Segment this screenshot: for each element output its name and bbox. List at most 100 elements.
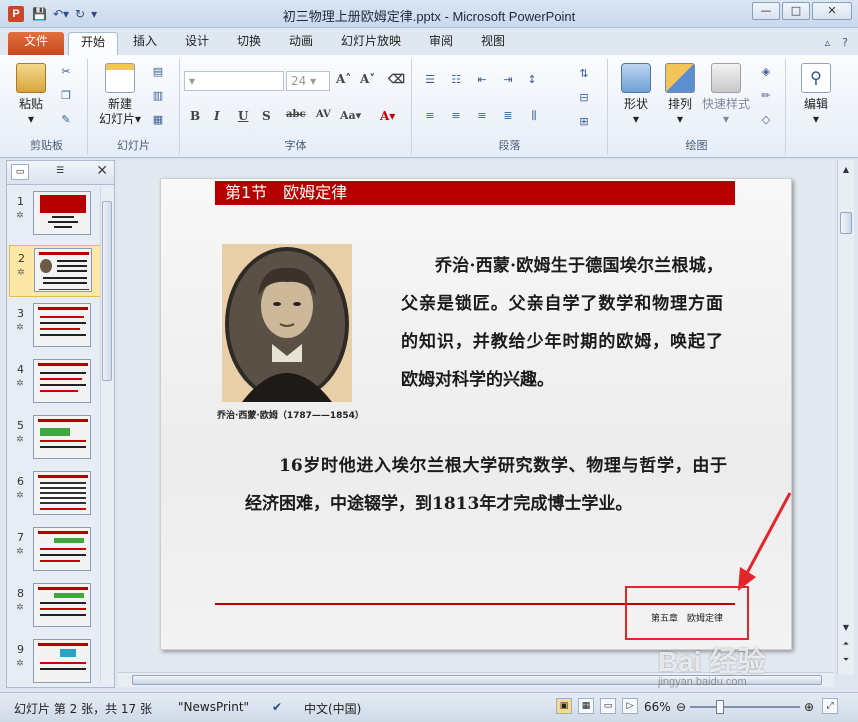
zoom-slider-knob[interactable] [716, 700, 724, 714]
spell-check-icon[interactable]: ✔ [272, 700, 282, 714]
reset-icon[interactable]: ▥ [150, 89, 166, 103]
char-spacing-icon[interactable]: AV [316, 109, 331, 120]
normal-view-icon[interactable]: ▣ [556, 698, 572, 714]
fit-to-window-icon[interactable]: ⤢ [822, 698, 838, 714]
slide-thumbnail[interactable] [34, 248, 92, 292]
thumbnail-row[interactable]: 3 ✲ [9, 301, 101, 353]
italic-button[interactable]: I [214, 109, 220, 123]
quick-styles-button[interactable]: 快速样式 ▾ [700, 63, 752, 127]
slide-thumbnail[interactable] [33, 415, 91, 459]
slide-thumbnail[interactable] [33, 191, 91, 235]
align-text-icon[interactable]: ⊟ [576, 91, 592, 105]
thumbnail-row-selected[interactable]: 2 ✲ [9, 245, 101, 297]
section-icon[interactable]: ▦ [150, 113, 166, 127]
tab-transitions[interactable]: 切换 [237, 32, 261, 55]
underline-button[interactable]: U [238, 109, 248, 123]
justify-icon[interactable]: ≣ [500, 109, 516, 123]
thumbnail-scrollbar[interactable] [100, 187, 112, 683]
columns-icon[interactable]: ⫼ [526, 109, 542, 123]
maximize-button[interactable]: □ [782, 2, 810, 20]
copy-icon[interactable]: ❐ [58, 89, 74, 103]
shape-fill-icon[interactable]: ◈ [758, 65, 774, 79]
paragraph-education[interactable]: 16岁时他进入埃尔兰根大学研究数学、物理与哲学，由于经济困难，中途辍学，到181… [245, 447, 727, 523]
theme-name-label[interactable]: "NewsPrint" [178, 700, 249, 714]
new-slide-button[interactable]: 新建 幻灯片▾ [94, 63, 146, 127]
align-left-icon[interactable]: ≡ [422, 109, 438, 123]
font-name-combo[interactable]: ▾ [184, 71, 284, 91]
tab-insert[interactable]: 插入 [133, 32, 157, 55]
font-size-combo[interactable]: 24 ▾ [286, 71, 330, 91]
align-center-icon[interactable]: ≡ [448, 109, 464, 123]
zoom-in-icon[interactable]: ⊕ [804, 700, 814, 714]
thumbnail-row[interactable]: 5 ✲ [9, 413, 101, 465]
shapes-button[interactable]: 形状 ▾ [614, 63, 658, 127]
slide-thumbnail[interactable] [33, 583, 91, 627]
zoom-out-icon[interactable]: ⊖ [676, 700, 686, 714]
numbering-icon[interactable]: ☷ [448, 73, 464, 87]
current-slide[interactable]: 第1节 欧姆定律 乔治·西蒙·欧姆（1787——1854） 乔治·西蒙·欧姆生于… [160, 178, 792, 650]
thumbnail-row[interactable]: 9 ✲ [9, 637, 101, 689]
help-icon[interactable]: ? [842, 36, 848, 49]
text-direction-icon[interactable]: ⇅ [576, 67, 592, 81]
paragraph-biography[interactable]: 乔治·西蒙·欧姆生于德国埃尔兰根城，父亲是锁匠。父亲自学了数学和物理方面的知识，… [401, 247, 723, 399]
slide-thumbnail[interactable] [33, 639, 91, 683]
editing-button[interactable]: ⚲ 编辑 ▾ [792, 63, 840, 127]
minimize-ribbon-icon[interactable]: ▵ [825, 36, 831, 49]
shrink-font-icon[interactable]: A˅ [360, 72, 375, 86]
close-button[interactable]: ✕ [812, 2, 852, 20]
scroll-up-icon[interactable]: ▲ [840, 164, 852, 176]
scroll-down-icon[interactable]: ▼ [840, 622, 852, 634]
slides-tab-icon[interactable]: ▭ [11, 164, 29, 180]
slide-thumbnail[interactable] [33, 527, 91, 571]
paste-button[interactable]: 粘贴 ▾ [10, 63, 52, 127]
slide-thumbnail[interactable] [33, 471, 91, 515]
portrait-image[interactable] [222, 244, 352, 402]
zoom-slider-track[interactable] [690, 706, 800, 708]
tab-slideshow[interactable]: 幻灯片放映 [341, 32, 401, 55]
shape-effects-icon[interactable]: ◇ [758, 113, 774, 127]
next-slide-icon[interactable]: ⏷ [840, 654, 852, 666]
thumbnail-row[interactable]: 6 ✲ [9, 469, 101, 521]
minimize-button[interactable]: — [752, 2, 780, 20]
clear-format-icon[interactable]: ⌫ [388, 72, 405, 86]
zoom-level-label[interactable]: 66% [644, 700, 671, 714]
cut-icon[interactable]: ✂ [58, 65, 74, 79]
vertical-scroll-thumb[interactable] [840, 212, 852, 234]
format-painter-icon[interactable]: ✎ [58, 113, 74, 127]
increase-indent-icon[interactable]: ⇥ [500, 73, 516, 87]
thumbnail-row[interactable]: 4 ✲ [9, 357, 101, 409]
close-pane-icon[interactable]: ✕ [96, 163, 108, 179]
previous-slide-icon[interactable]: ⏶ [840, 638, 852, 650]
grow-font-icon[interactable]: A˄ [336, 72, 351, 86]
bullets-icon[interactable]: ☰ [422, 73, 438, 87]
tab-design[interactable]: 设计 [185, 32, 209, 55]
tab-review[interactable]: 审阅 [429, 32, 453, 55]
slide-header[interactable]: 第1节 欧姆定律 [215, 181, 735, 205]
thumbnail-row[interactable]: 1 ✲ [9, 189, 101, 241]
shadow-button[interactable]: S [262, 109, 271, 123]
smartart-icon[interactable]: ⊞ [576, 115, 592, 129]
slide-sorter-icon[interactable]: ▦ [578, 698, 594, 714]
tab-home[interactable]: 开始 [68, 32, 118, 55]
tab-view[interactable]: 视图 [481, 32, 505, 55]
align-right-icon[interactable]: ≡ [474, 109, 490, 123]
thumbnail-scroll-thumb[interactable] [102, 201, 112, 381]
bold-button[interactable]: B [190, 109, 200, 123]
thumbnail-row[interactable]: 8 ✲ [9, 581, 101, 633]
language-label[interactable]: 中文(中国) [304, 700, 361, 717]
tab-file[interactable]: 文件 [8, 32, 64, 55]
outline-tab-icon[interactable]: ☰ [51, 164, 69, 180]
strikethrough-button[interactable]: abc [286, 109, 306, 120]
font-color-icon[interactable]: A▾ [380, 109, 395, 123]
decrease-indent-icon[interactable]: ⇤ [474, 73, 490, 87]
reading-view-icon[interactable]: ▭ [600, 698, 616, 714]
slide-thumbnail[interactable] [33, 359, 91, 403]
line-spacing-icon[interactable]: ↕ [524, 73, 540, 87]
layout-icon[interactable]: ▤ [150, 65, 166, 79]
slideshow-view-icon[interactable]: ▷ [622, 698, 638, 714]
arrange-button[interactable]: 排列 ▾ [658, 63, 702, 127]
slide-thumbnail[interactable] [33, 303, 91, 347]
shape-outline-icon[interactable]: ✏ [758, 89, 774, 103]
tab-animations[interactable]: 动画 [289, 32, 313, 55]
thumbnail-row[interactable]: 7 ✲ [9, 525, 101, 577]
